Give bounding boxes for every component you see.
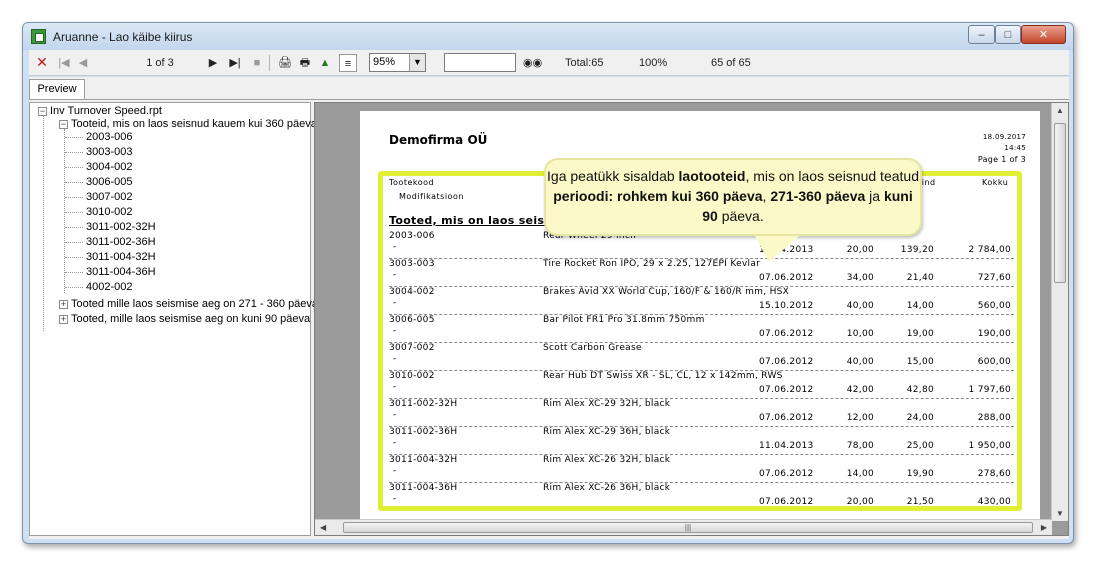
callout-text: ja bbox=[865, 188, 884, 204]
tree-item[interactable]: 3003-003 bbox=[86, 146, 133, 159]
tab-strip: Preview bbox=[29, 77, 1069, 99]
zoom-select[interactable]: 95% ▼ bbox=[369, 53, 426, 72]
tree-item[interactable]: 3011-002-36H bbox=[86, 236, 156, 249]
toolbar-separator bbox=[269, 55, 270, 71]
first-page-icon[interactable]: |◀ bbox=[57, 54, 71, 72]
expand-icon[interactable]: + bbox=[59, 299, 68, 309]
tab-preview[interactable]: Preview bbox=[29, 79, 85, 99]
report-time: 14:45 bbox=[1004, 144, 1026, 152]
print-setup-icon[interactable]: 🖶 bbox=[297, 54, 313, 72]
report-page: Demofirma OÜ 18.09.2017 14:45 Page 1 of … bbox=[360, 111, 1040, 521]
search-input[interactable] bbox=[444, 53, 516, 72]
scroll-right-icon[interactable]: ▶ bbox=[1041, 523, 1047, 532]
tree-item[interactable]: 3011-004-32H bbox=[86, 251, 156, 264]
company-name: Demofirma OÜ bbox=[389, 133, 488, 147]
report-preview[interactable]: Demofirma OÜ 18.09.2017 14:45 Page 1 of … bbox=[314, 102, 1069, 536]
tree-item[interactable]: 3011-004-36H bbox=[86, 266, 156, 279]
records-count: 65 of 65 bbox=[711, 57, 751, 69]
tree-guide bbox=[43, 116, 44, 331]
scroll-left-icon[interactable]: ◀ bbox=[320, 523, 326, 532]
tree-guide bbox=[65, 212, 83, 213]
page-indicator: 1 of 3 bbox=[146, 57, 174, 69]
prev-page-icon[interactable]: ◀ bbox=[77, 54, 89, 72]
horizontal-scrollbar[interactable]: ◀ ||| ▶ bbox=[315, 519, 1052, 535]
collapse-icon[interactable]: − bbox=[38, 106, 47, 116]
group-tree: − Inv Turnover Speed.rpt − Tooteid, mis on… bbox=[29, 102, 318, 536]
total-records: Total:65 bbox=[565, 57, 604, 69]
tree-item[interactable]: 3007-002 bbox=[86, 191, 133, 204]
last-page-icon[interactable]: ▶| bbox=[227, 54, 243, 72]
close-icon: ✕ bbox=[1038, 29, 1049, 41]
report-page-number: Page 1 of 3 bbox=[977, 155, 1026, 164]
tree-item[interactable]: 3010-002 bbox=[86, 206, 133, 219]
vertical-scroll-thumb[interactable] bbox=[1054, 123, 1066, 283]
zoom-value: 95% bbox=[373, 56, 396, 68]
print-icon[interactable]: 🖨 bbox=[277, 54, 293, 72]
vertical-scrollbar[interactable]: ▲ ▼ bbox=[1051, 103, 1068, 521]
callout-bold: 271-360 päeva bbox=[770, 188, 866, 204]
expand-icon[interactable]: + bbox=[59, 314, 68, 324]
tree-guide bbox=[65, 227, 83, 228]
export-icon[interactable]: ▲ bbox=[317, 54, 333, 72]
tree-guide bbox=[65, 257, 83, 258]
tree-guide bbox=[65, 272, 83, 273]
stop-icon[interactable]: ■ bbox=[251, 54, 263, 72]
minimize-icon: – bbox=[978, 28, 985, 41]
maximize-icon: □ bbox=[1004, 28, 1012, 41]
tree-guide bbox=[65, 197, 83, 198]
callout-bold: laotooteid bbox=[678, 168, 746, 184]
tree-root[interactable]: − Inv Turnover Speed.rpt bbox=[38, 105, 162, 118]
toolbar: ✕ |◀ ◀ 1 of 3 ▶ ▶| ■ 🖨 🖶 ▲ ≡ 95% ▼ ◉◉ To… bbox=[29, 50, 1069, 76]
tree-guide bbox=[65, 137, 83, 138]
tree-guide bbox=[65, 182, 83, 183]
tree-guide bbox=[65, 167, 83, 168]
tree-group-271-360[interactable]: + Tooted mille laos seismise aeg on 271 -… bbox=[59, 298, 318, 311]
callout-tail bbox=[755, 236, 799, 262]
tree-guide bbox=[65, 152, 83, 153]
maximize-button[interactable]: □ bbox=[995, 25, 1021, 44]
minimize-button[interactable]: – bbox=[968, 25, 995, 44]
collapse-icon[interactable]: − bbox=[59, 119, 68, 129]
callout-text: , mis on laos seisnud teatud bbox=[745, 168, 919, 184]
title-bar[interactable]: Aruanne - Lao käibe kiirus – □ ✕ bbox=[23, 23, 1073, 50]
chevron-down-icon[interactable]: ▼ bbox=[409, 54, 425, 71]
tree-guide bbox=[65, 287, 83, 288]
tree-item[interactable]: 2003-006 bbox=[86, 131, 133, 144]
next-page-icon[interactable]: ▶ bbox=[207, 54, 219, 72]
tree-item[interactable]: 4002-002 bbox=[86, 281, 133, 294]
horizontal-scroll-thumb[interactable]: ||| bbox=[343, 522, 1033, 533]
tree-item[interactable]: 3004-002 bbox=[86, 161, 133, 174]
callout-bold: perioodi: rohkem kui 360 päeva bbox=[553, 188, 763, 204]
tree-guide bbox=[64, 129, 65, 293]
callout-text: päeva. bbox=[717, 208, 764, 224]
close-button[interactable]: ✕ bbox=[1021, 25, 1066, 44]
tree-group-90[interactable]: + Tooted, mille laos seismise aeg on kuni… bbox=[59, 313, 310, 326]
binoculars-icon[interactable]: ◉◉ bbox=[523, 54, 542, 72]
window-title: Aruanne - Lao käibe kiirus bbox=[53, 30, 193, 44]
scroll-down-icon[interactable]: ▼ bbox=[1056, 509, 1064, 518]
report-date: 18.09.2017 bbox=[982, 133, 1026, 141]
app-icon bbox=[31, 29, 46, 44]
tree-guide bbox=[65, 242, 83, 243]
scroll-up-icon[interactable]: ▲ bbox=[1056, 106, 1064, 115]
content-area: − Inv Turnover Speed.rpt − Tooteid, mis on… bbox=[29, 99, 1069, 539]
report-window: Aruanne - Lao käibe kiirus – □ ✕ ✕ |◀ ◀ … bbox=[22, 22, 1074, 544]
tree-item[interactable]: 3011-002-32H bbox=[86, 221, 156, 234]
callout-text: Iga peatükk sisaldab bbox=[547, 168, 679, 184]
callout-bubble: Iga peatükk sisaldab laotooteid, mis on … bbox=[544, 158, 922, 236]
group-tree-toggle-icon[interactable]: ≡ bbox=[339, 54, 357, 72]
close-report-icon[interactable]: ✕ bbox=[35, 54, 49, 72]
percent-read: 100% bbox=[639, 57, 668, 69]
tree-item[interactable]: 3006-005 bbox=[86, 176, 133, 189]
tree-group-360[interactable]: − Tooteid, mis on laos seisnud kauem kui … bbox=[59, 118, 317, 131]
